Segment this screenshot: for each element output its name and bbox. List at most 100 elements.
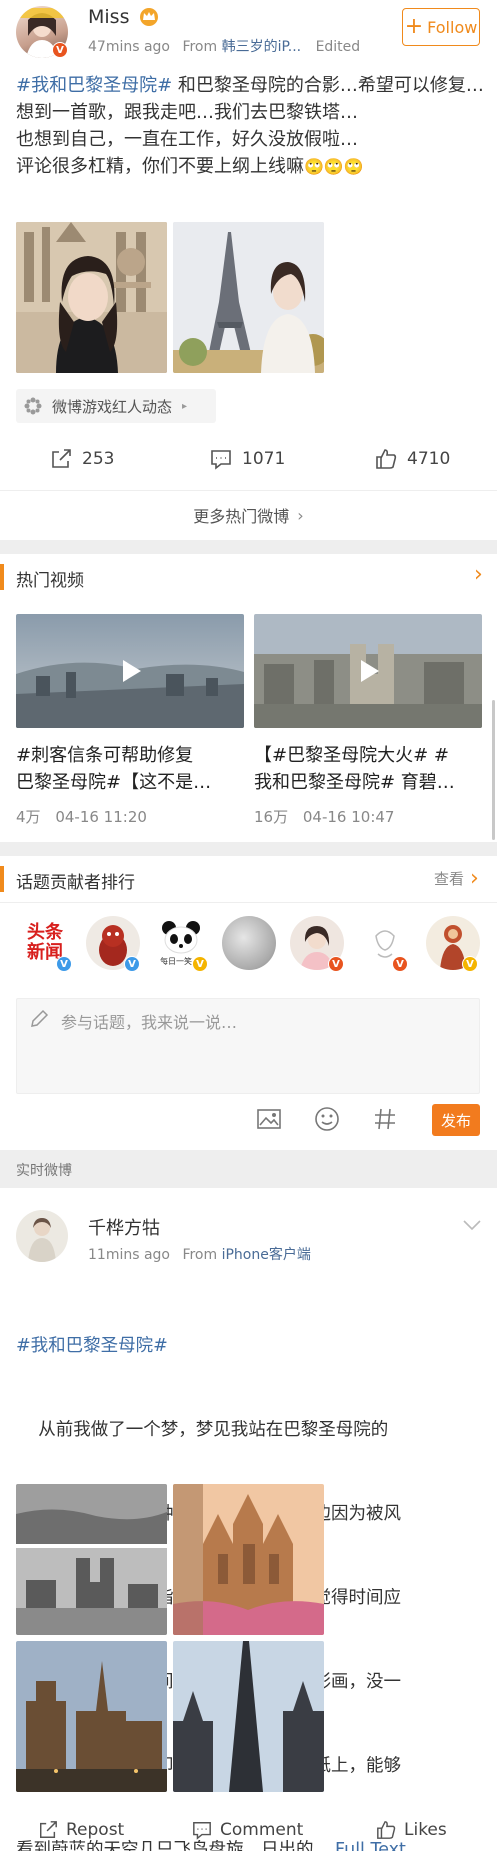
post-source[interactable]: 韩三岁的iP...: [222, 39, 302, 55]
video-thumb-1[interactable]: [16, 614, 244, 728]
play-icon: [361, 660, 379, 682]
post-text-line4: 评论很多杠精，你们不要上纲上线嘛: [16, 156, 304, 177]
post2-time: 11mins ago: [88, 1247, 170, 1263]
post2-username[interactable]: 千桦方牯: [88, 1214, 160, 1240]
video-2-date: 04-16 10:47: [302, 808, 395, 826]
section-accent: [0, 564, 4, 590]
contributor-avatar-4[interactable]: [222, 916, 276, 970]
divider: [0, 490, 497, 491]
flower-icon: [24, 397, 42, 415]
from-label: From: [182, 1247, 218, 1263]
publish-label: 发布: [440, 1111, 471, 1130]
post-text-line1: 和巴黎圣母院的合影…希望可以修复…: [172, 75, 484, 96]
post2-like-action[interactable]: Likes: [376, 1820, 447, 1840]
video-1-date: 04-16 11:20: [55, 808, 147, 826]
video-1-meta: 4万 04-16 11:20: [16, 806, 147, 827]
chevron-down-icon[interactable]: [462, 1218, 482, 1232]
verified-badge-icon: V: [56, 956, 72, 972]
more-hot-posts-label: 更多热门微博: [193, 507, 290, 526]
post2-avatar-image: [28, 1218, 56, 1262]
cathedral-selfie-image: [16, 222, 167, 373]
hashtag-icon[interactable]: [372, 1106, 398, 1132]
repost-icon: [40, 1821, 57, 1838]
post-text-line3: 也想到自己，一直在工作，好久没放假啦…: [16, 129, 358, 150]
from-label: From: [182, 39, 218, 55]
tag-arrow-icon: ▸: [182, 400, 188, 412]
publish-button[interactable]: 发布: [432, 1104, 480, 1136]
topic-link[interactable]: #我和巴黎圣母院#: [16, 75, 172, 96]
post-time: 47mins ago: [88, 39, 170, 55]
video-1-caption-line2: 巴黎圣母院#【这不是…: [16, 772, 212, 793]
comment-label: Comment: [220, 1820, 304, 1840]
ranking-view-link[interactable]: 查看 ›: [434, 865, 479, 891]
crown-icon: [140, 8, 158, 26]
video-2-meta: 16万 04-16 10:47: [254, 806, 394, 827]
full-text-link[interactable]: Full Text: [335, 1840, 406, 1851]
comment-icon: [211, 450, 231, 470]
post2-photo-2[interactable]: [173, 1484, 324, 1635]
post-photo-2[interactable]: [173, 222, 324, 373]
chevron-right-icon: ›: [470, 865, 479, 891]
comment-icon: [193, 1822, 211, 1840]
like-count: 4710: [407, 449, 451, 469]
post2-topic-link[interactable]: #我和巴黎圣母院#: [16, 1332, 488, 1360]
more-hot-posts-link[interactable]: 更多热门微博 ›: [0, 500, 497, 530]
video-thumb-2[interactable]: [254, 614, 482, 728]
post2-avatar[interactable]: [16, 1210, 68, 1262]
realtime-header: 实时微博: [0, 1150, 497, 1188]
hot-videos-arrow-icon[interactable]: ›: [474, 562, 483, 587]
like-action[interactable]: 4710: [375, 448, 450, 470]
composer-placeholder: 参与话题，我来说一说…: [61, 1013, 238, 1032]
post-text: #我和巴黎圣母院# 和巴黎圣母院的合影…希望可以修复… 想到一首歌，跟我走吧…我…: [16, 72, 484, 180]
post2-repost-action[interactable]: Repost: [38, 1820, 124, 1840]
comment-count: 1071: [242, 449, 286, 469]
edited-label: Edited: [315, 39, 361, 55]
likes-label: Likes: [404, 1820, 447, 1840]
repost-count: 253: [82, 449, 115, 469]
scrollbar[interactable]: [492, 700, 495, 840]
comment-composer[interactable]: 参与话题，我来说一说…: [16, 998, 480, 1094]
post-photo-1[interactable]: [16, 222, 167, 373]
verified-badge-icon: V: [192, 956, 208, 972]
cathedral-dusk-image: [16, 1641, 167, 1792]
comment-action[interactable]: 1071: [210, 448, 285, 470]
repost-label: Repost: [66, 1820, 125, 1840]
video-1-views: 4万: [16, 808, 41, 826]
section-gap: [0, 842, 497, 856]
emoji-icon[interactable]: [314, 1106, 340, 1132]
verified-badge-icon: V: [462, 956, 478, 972]
video-1-caption[interactable]: #刺客信条可帮助修复 巴黎圣母院#【这不是…: [16, 742, 244, 796]
divider: [0, 902, 497, 903]
verified-badge-icon: V: [52, 42, 68, 58]
section-accent: [0, 866, 4, 892]
game-tag-chip[interactable]: 微博游戏红人动态 ▸: [16, 389, 216, 423]
username[interactable]: Miss: [88, 6, 129, 28]
post2-photo-1[interactable]: [16, 1484, 167, 1635]
pencil-icon: [31, 1009, 49, 1027]
repost-action[interactable]: 253: [50, 448, 114, 470]
post-text-line2: 想到一首歌，跟我走吧…我们去巴黎铁塔…: [16, 102, 358, 123]
video-2-caption[interactable]: 【#巴黎圣母院大火# # 我和巴黎圣母院# 育碧…: [254, 742, 484, 796]
verified-badge-icon: V: [124, 956, 140, 972]
eiffel-tower-image: [173, 222, 324, 373]
hot-videos-title: 热门视频: [16, 571, 84, 591]
verified-badge-icon: V: [392, 956, 408, 972]
repost-icon: [52, 449, 71, 468]
post2-photo-4[interactable]: [173, 1641, 324, 1792]
thumbs-up-icon: [376, 449, 397, 469]
chevron-right-icon: ›: [297, 505, 304, 525]
post2-comment-action[interactable]: Comment: [192, 1820, 303, 1840]
follow-label: Follow: [427, 17, 478, 37]
image-icon[interactable]: [256, 1108, 282, 1130]
bw-notre-dame-image: [16, 1484, 167, 1635]
panda-caption: 每日一笑: [160, 957, 192, 966]
post2-line-1: 从前我做了一个梦，梦见我站在巴黎圣母院的: [16, 1420, 389, 1440]
post2-source[interactable]: iPhone客户端: [222, 1247, 311, 1263]
verified-badge-icon: V: [328, 956, 344, 972]
game-tag-label: 微博游戏红人动态: [52, 397, 173, 416]
eye-roll-emoji-icon: 🙄🙄🙄: [304, 157, 364, 176]
post2-photo-3[interactable]: [16, 1641, 167, 1792]
cathedral-sunset-image: [173, 1484, 324, 1635]
follow-button[interactable]: + Follow: [402, 8, 480, 46]
thumbs-up-icon: [377, 1821, 396, 1839]
